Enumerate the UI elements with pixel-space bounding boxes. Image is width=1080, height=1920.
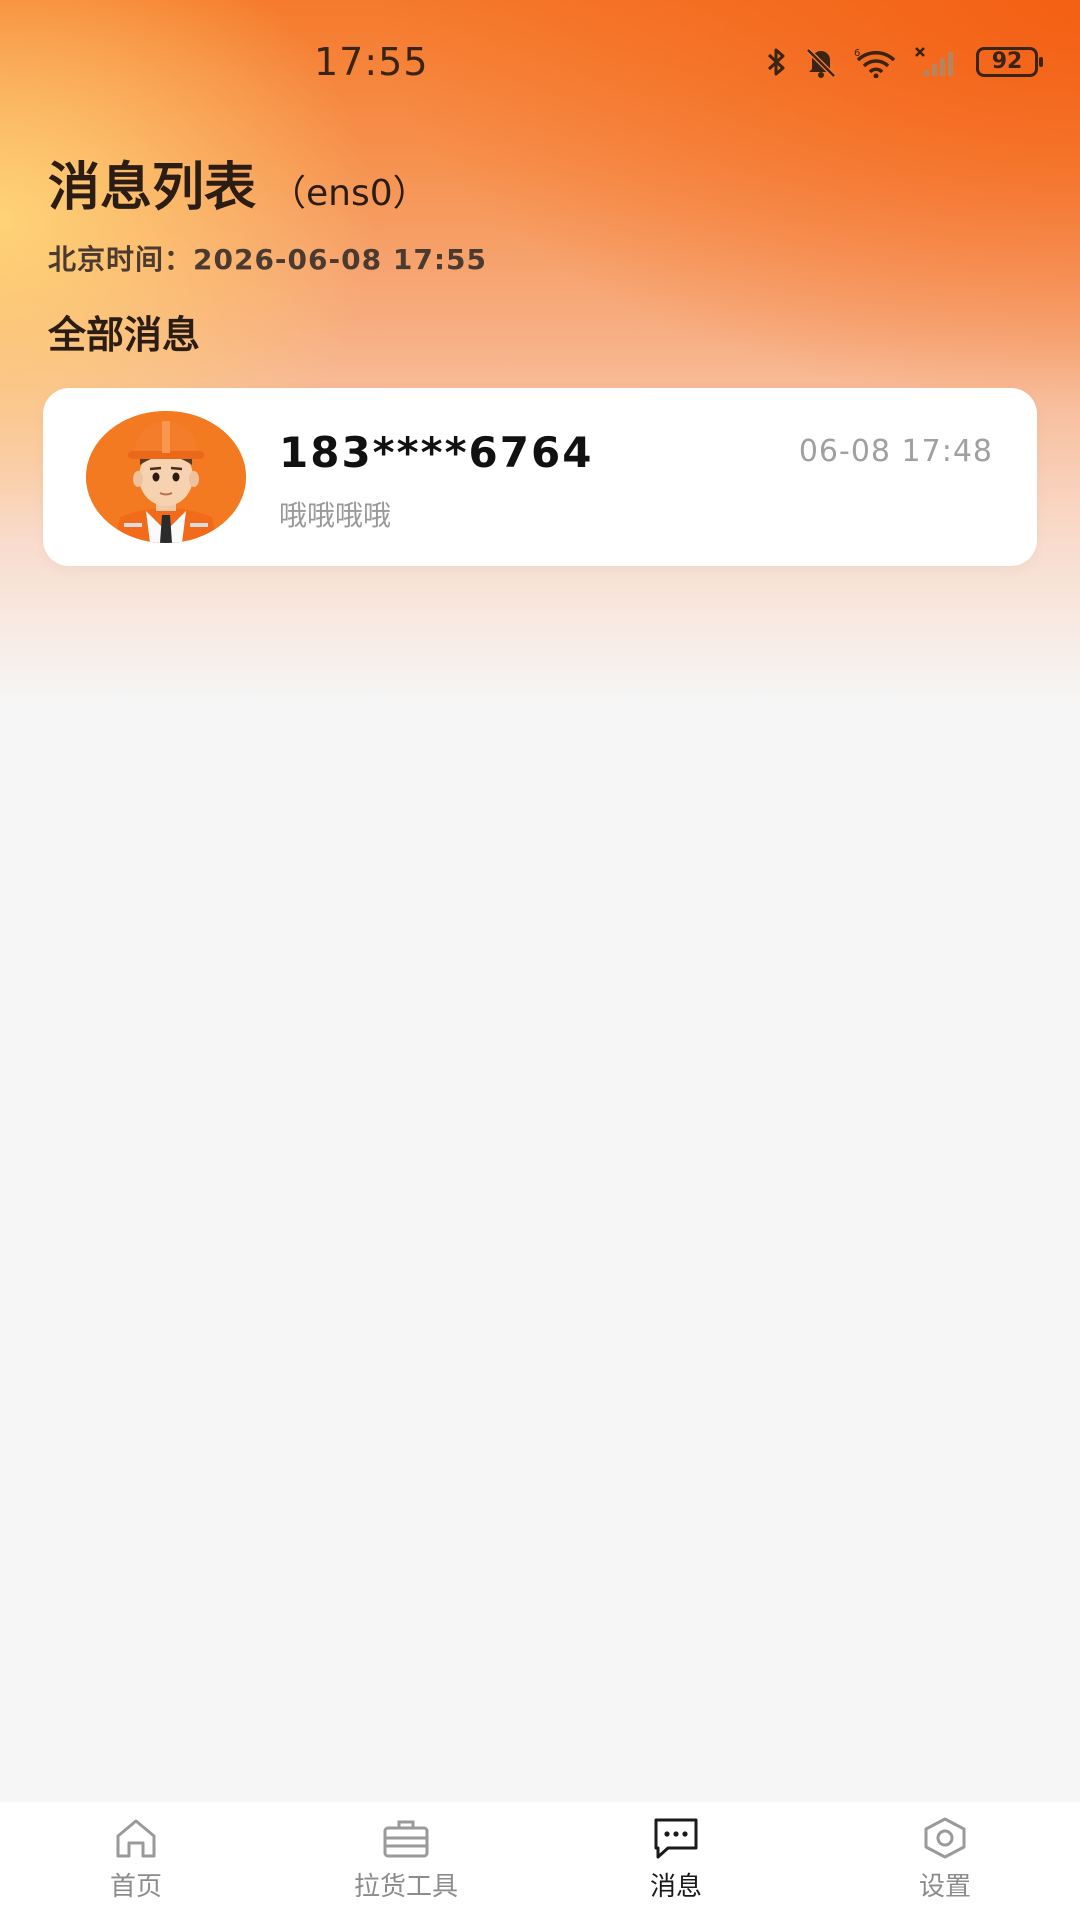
message-sender: 183****6764: [279, 428, 594, 477]
tab-settings-label: 设置: [918, 1872, 971, 1902]
toolbox-icon: [383, 1820, 429, 1858]
message-icon: [654, 1818, 698, 1859]
tab-home-label: 首页: [109, 1872, 162, 1902]
bluetooth-icon: [767, 48, 785, 76]
section-title: 全部消息: [48, 313, 201, 357]
home-icon: [116, 1819, 156, 1858]
tab-home[interactable]: 首页: [46, 1816, 226, 1916]
status-bar: 17:55 6 92: [0, 0, 1080, 130]
avatar: [86, 411, 246, 543]
tab-messages-label: 消息: [649, 1872, 702, 1902]
settings-icon: [924, 1817, 966, 1859]
message-preview: 哦哦哦哦: [279, 499, 392, 532]
tab-messages[interactable]: 消息: [586, 1816, 766, 1916]
message-time: 06-08 17:48: [798, 434, 993, 469]
bottom-tab-bar: 首页 拉货工具 消息 设置: [0, 1802, 1080, 1920]
page-subtitle: （ens0）: [270, 173, 429, 214]
beijing-time: 北京时间：2026-06-08 17:55: [48, 243, 487, 276]
page-header: 消息列表 （ens0）: [48, 145, 429, 220]
message-list-item[interactable]: 183****6764 哦哦哦哦 06-08 17:48: [43, 388, 1037, 566]
battery-icon: 92: [976, 47, 1043, 77]
tab-settings[interactable]: 设置: [855, 1816, 1035, 1916]
wifi-icon: 6: [854, 48, 896, 78]
worker-avatar-icon: [86, 411, 246, 543]
signal-icon: [915, 47, 953, 76]
status-icons: 6 92: [766, 46, 1043, 78]
mute-bell-icon: [806, 48, 836, 78]
status-time: 17:55: [314, 40, 429, 84]
tab-tools[interactable]: 拉货工具: [316, 1816, 496, 1916]
page-title: 消息列表: [48, 158, 257, 218]
tab-tools-label: 拉货工具: [353, 1872, 458, 1902]
